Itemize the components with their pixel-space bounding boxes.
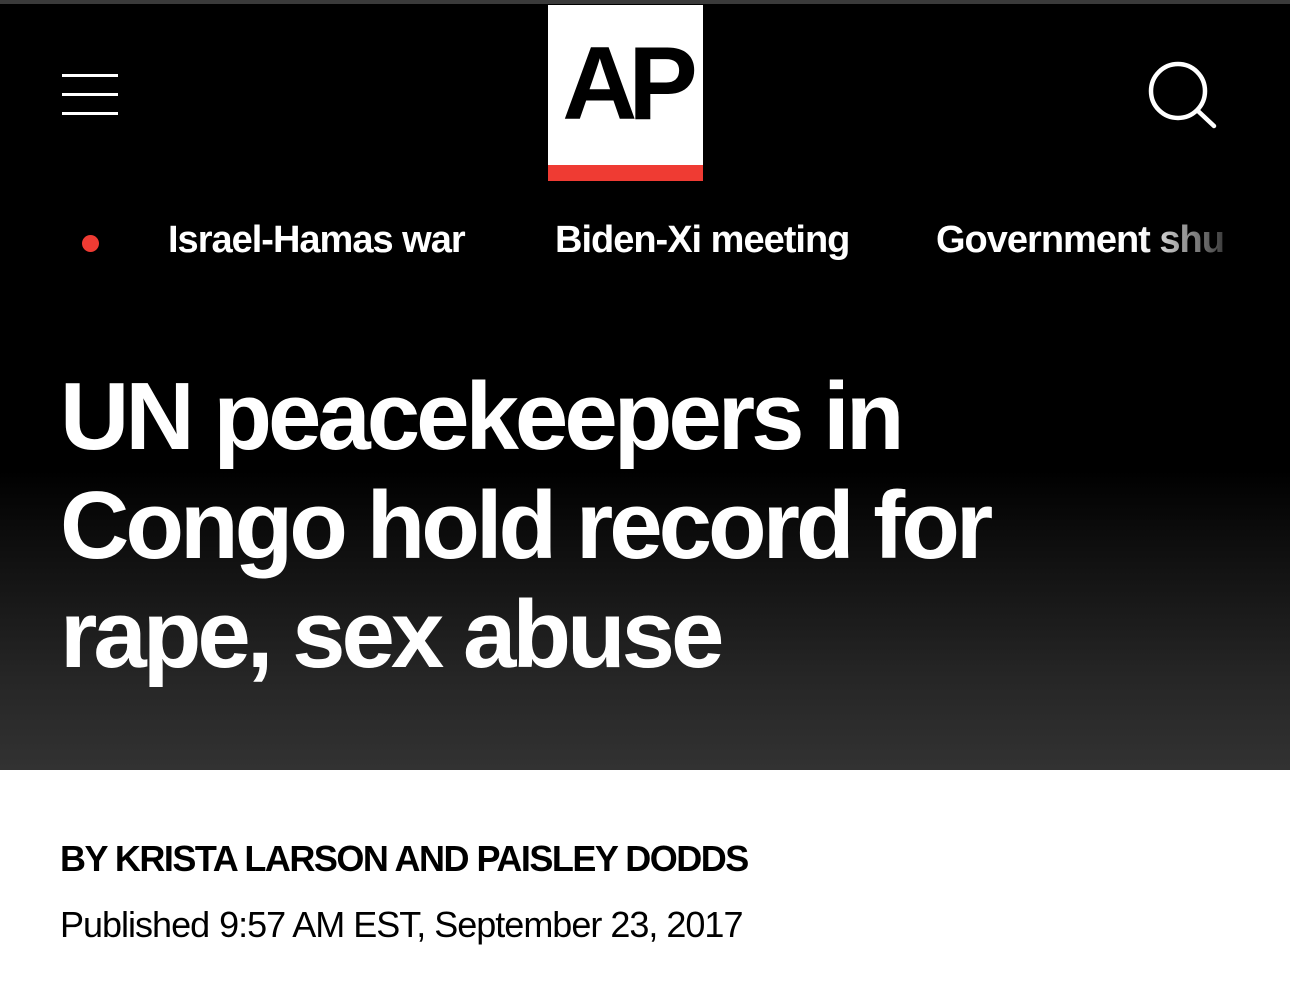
search-button[interactable] (1145, 60, 1219, 130)
hamburger-menu-icon-line (62, 93, 118, 96)
ap-logo[interactable]: AP (548, 5, 703, 181)
logo-text: AP (562, 26, 697, 142)
trending-fade-overlay (1140, 210, 1290, 274)
hamburger-menu-icon-line (62, 112, 118, 115)
trending-topic-israel-hamas-war[interactable]: Israel-Hamas war (168, 214, 466, 266)
article-hero: AP Israel-Hamas war Biden-Xi meeting Gov… (0, 0, 1290, 770)
menu-button[interactable] (62, 74, 118, 116)
published-label: Published (60, 904, 210, 945)
trending-topic-biden-xi-meeting[interactable]: Biden-Xi meeting (555, 214, 850, 266)
article-byline: BY KRISTA LARSON AND PAISLEY DODDS (60, 838, 749, 879)
trending-topics-track: Israel-Hamas war Biden-Xi meeting Govern… (0, 210, 1232, 274)
article-headline: UN peacekeepers in Congo hold record for… (60, 363, 993, 688)
article-published: Published 9:57 AM EST, September 23, 2017 (60, 902, 743, 948)
published-datetime: 9:57 AM EST, September 23, 2017 (219, 904, 743, 945)
logo-red-bar (548, 165, 703, 181)
trending-topics-bar: Israel-Hamas war Biden-Xi meeting Govern… (0, 210, 1290, 274)
live-indicator-dot (82, 235, 99, 252)
search-icon (1148, 61, 1217, 129)
top-divider (0, 0, 1290, 4)
page: AP Israel-Hamas war Biden-Xi meeting Gov… (0, 0, 1290, 982)
hamburger-menu-icon (62, 74, 118, 77)
